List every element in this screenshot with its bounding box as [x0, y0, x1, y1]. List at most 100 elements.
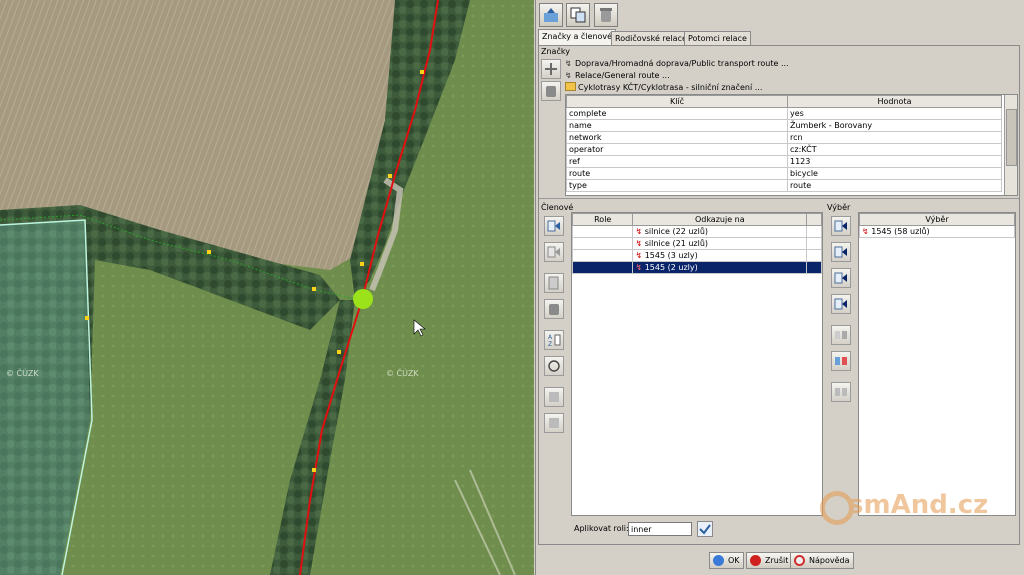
ok-button[interactable]: OK: [709, 552, 744, 569]
tag-value[interactable]: route: [787, 179, 1002, 192]
duplicate-relation-button[interactable]: [566, 3, 590, 27]
map-watermark-left: © ČÚZK: [6, 369, 39, 378]
move-up-button[interactable]: [544, 387, 564, 407]
tag-key[interactable]: ref: [566, 155, 788, 168]
table-row[interactable]: network rcn: [566, 131, 1002, 144]
route-relation-icon: ↯: [565, 71, 572, 80]
tab-tags-and-members[interactable]: Značky a členové: [538, 29, 617, 46]
tag-key[interactable]: operator: [566, 143, 788, 156]
connection-indicator: [806, 225, 822, 238]
tag-key[interactable]: name: [566, 119, 788, 132]
edit-member-button[interactable]: [544, 273, 564, 293]
way-icon: ↯: [635, 227, 643, 236]
reverse-icon: [548, 360, 560, 372]
table-row[interactable]: operator cz:KČT: [566, 143, 1002, 156]
table-row[interactable]: ↯ silnice (21 uzlů): [571, 237, 822, 250]
selection-item[interactable]: ↯ 1545 (58 uzlů): [859, 225, 1015, 238]
tag-value[interactable]: bicycle: [787, 167, 1002, 180]
remove-member-button[interactable]: [544, 299, 564, 319]
members-section-title: Členové: [541, 203, 574, 212]
scrollbar-thumb[interactable]: [1006, 109, 1017, 166]
way-icon: ↯: [635, 263, 643, 272]
tag-value[interactable]: rcn: [787, 131, 1002, 144]
delete-tag-button[interactable]: [541, 81, 561, 101]
set-selection-button[interactable]: [831, 351, 851, 371]
member-ref[interactable]: ↯ 1545 (3 uzly): [632, 249, 808, 262]
member-ref[interactable]: ↯ 1545 (2 uzly): [632, 261, 808, 274]
table-row[interactable]: complete yes: [566, 107, 1002, 120]
member-ref[interactable]: ↯ silnice (21 uzlů): [632, 237, 808, 250]
add-start-icon: [834, 220, 847, 232]
table-row[interactable]: type route: [566, 179, 1002, 192]
apply-role-button[interactable]: [697, 521, 713, 537]
sort-az-icon: AZ: [548, 334, 561, 347]
way-icon: ↯: [635, 251, 643, 260]
column-link[interactable]: [806, 213, 822, 226]
trash-icon: [600, 8, 612, 22]
reverse-members-button[interactable]: [544, 356, 564, 376]
column-refers-to[interactable]: Odkazuje na: [632, 213, 808, 226]
osmand-watermark: smAnd.cz: [820, 490, 988, 525]
move-down-button[interactable]: [544, 413, 564, 433]
tag-value[interactable]: Žumberk - Borovany: [787, 119, 1002, 132]
tags-scrollbar[interactable]: [1004, 95, 1017, 195]
preset-link-public-transport[interactable]: ↯ Doprava/Hromadná doprava/Public transpo…: [565, 58, 789, 70]
member-ref[interactable]: ↯ silnice (22 uzlů): [632, 225, 808, 238]
members-table[interactable]: Role Odkazuje na ↯ silnice (22 uzlů) ↯ s…: [571, 213, 822, 274]
table-row[interactable]: ref 1123: [566, 155, 1002, 168]
add-tag-button[interactable]: [541, 59, 561, 79]
table-row[interactable]: ↯ silnice (22 uzlů): [571, 225, 822, 238]
sort-members-button[interactable]: AZ: [544, 330, 564, 350]
selected-node-marker: [353, 289, 373, 309]
member-role[interactable]: [571, 225, 634, 238]
table-row-selected[interactable]: ↯ 1545 (2 uzly): [571, 261, 822, 274]
svg-text:A: A: [548, 334, 553, 341]
tag-value[interactable]: yes: [787, 107, 1002, 120]
cancel-button[interactable]: Zrušit: [746, 552, 793, 569]
ok-icon: [713, 555, 724, 566]
role-input[interactable]: inner: [628, 522, 692, 536]
selection-table[interactable]: Výběr ↯ 1545 (58 uzlů): [859, 213, 1015, 238]
table-row[interactable]: route bicycle: [566, 167, 1002, 180]
split-handle[interactable]: [539, 198, 1019, 202]
help-button[interactable]: Nápověda: [790, 552, 854, 569]
svg-text:Z: Z: [548, 341, 552, 347]
way-icon: ↯: [862, 227, 869, 236]
add-selected-before-button[interactable]: [544, 216, 564, 236]
trash-icon: [546, 86, 556, 97]
preset-link-cycle-route[interactable]: Cyklotrasy KČT/Cyklotrasa - silniční zna…: [565, 82, 762, 94]
add-before-icon: [834, 246, 847, 258]
map-view[interactable]: © ČÚZK © ČÚZK: [0, 0, 534, 575]
tag-key[interactable]: type: [566, 179, 788, 192]
add-after-selection-button[interactable]: [831, 268, 851, 288]
tab-child-relations[interactable]: Potomci relace: [684, 31, 751, 46]
column-role[interactable]: Role: [571, 213, 634, 226]
add-to-start-button[interactable]: [831, 216, 851, 236]
add-selected-after-button[interactable]: [544, 242, 564, 262]
tag-value[interactable]: 1123: [787, 155, 1002, 168]
tag-key[interactable]: complete: [566, 107, 788, 120]
move-down-icon: [549, 418, 559, 428]
table-row[interactable]: ↯ 1545 (58 uzlů): [859, 225, 1015, 238]
delete-relation-button[interactable]: [594, 3, 618, 27]
table-row[interactable]: name Žumberk - Borovany: [566, 119, 1002, 132]
tab-parent-relations[interactable]: Rodičovské relace: [611, 31, 691, 46]
preset-link-general-route[interactable]: ↯ Relace/General route ...: [565, 70, 670, 82]
add-to-end-button[interactable]: [831, 294, 851, 314]
column-selection[interactable]: Výběr: [859, 213, 1015, 226]
table-row[interactable]: ↯ 1545 (3 uzly): [571, 249, 822, 262]
add-before-selection-button[interactable]: [831, 242, 851, 262]
column-value[interactable]: Hodnota: [787, 95, 1002, 108]
tag-key[interactable]: route: [566, 167, 788, 180]
member-role[interactable]: [571, 261, 634, 274]
tag-key[interactable]: network: [566, 131, 788, 144]
column-key[interactable]: Klíč: [566, 95, 788, 108]
remove-selected-button[interactable]: [831, 382, 851, 402]
connection-indicator: [806, 261, 822, 274]
member-role[interactable]: [571, 237, 634, 250]
member-role[interactable]: [571, 249, 634, 262]
select-members-button[interactable]: [831, 325, 851, 345]
tag-value[interactable]: cz:KČT: [787, 143, 1002, 156]
tags-table[interactable]: Klíč Hodnota complete yes name Žumberk - B…: [566, 95, 1002, 192]
download-members-button[interactable]: [539, 3, 563, 27]
